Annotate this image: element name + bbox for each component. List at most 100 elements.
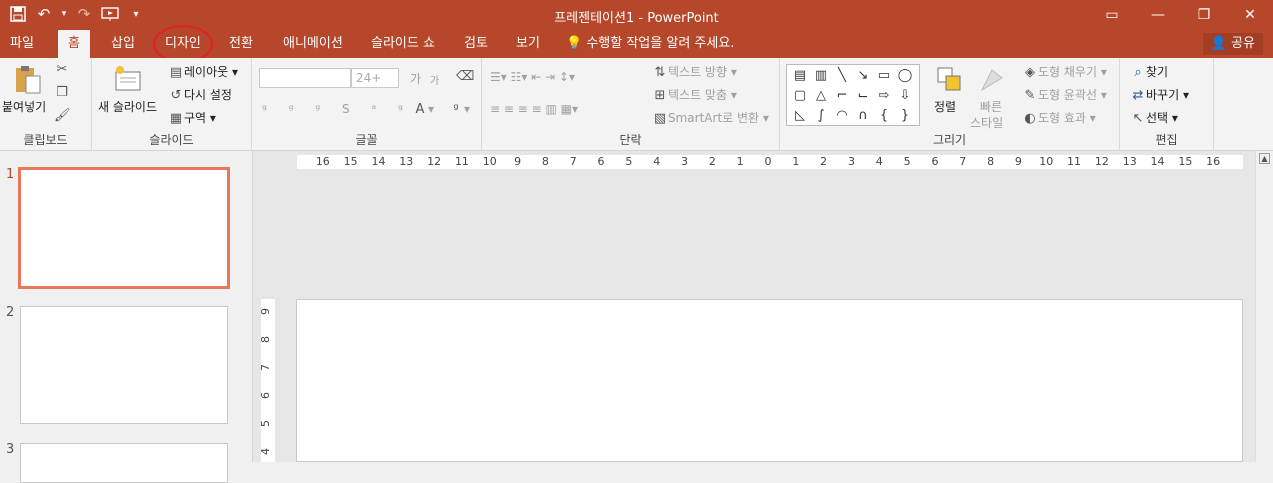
rectangle-icon[interactable]: ▭ <box>874 66 894 86</box>
copy-icon[interactable]: ❐ <box>54 85 70 100</box>
ruler-tick-label: 6 <box>261 392 272 399</box>
ruler-tick-label: 5 <box>903 155 911 168</box>
workspace: 1 2 3 16 15 14 13 12 11 10 9 8 7 6 5 4 3 2 1 0 1 2 3 4 5 6 7 8 9 1… <box>0 151 1273 483</box>
ruler-tick-label: 5 <box>625 155 633 168</box>
replace-label: 바꾸기 <box>1146 88 1180 102</box>
text-direction-label: 텍스트 방향 <box>668 65 728 79</box>
tab-file[interactable]: 파일 <box>0 30 44 58</box>
freeform-icon[interactable]: ◺ <box>790 106 810 126</box>
ruler-tick-label: 9 <box>514 155 522 168</box>
editing-group: ⌕ 찾기 ⇄ 바꾸기 ▾ ↖ 선택 ▾ 편집 <box>1120 58 1214 150</box>
align-text-button[interactable]: ⊞ 텍스트 맞춤 ▾ <box>652 86 737 103</box>
text-direction-button[interactable]: ⇅ 텍스트 방향 ▾ <box>652 63 737 80</box>
align-text-label: 텍스트 맞춤 <box>668 88 728 102</box>
reset-button[interactable]: ↺ 다시 설정 <box>168 86 232 103</box>
shrink-font-button[interactable]: 가 <box>430 72 439 87</box>
scribble-icon[interactable]: ∫ <box>811 106 831 126</box>
arrow-line-icon[interactable]: ↘ <box>853 66 873 86</box>
right-arrow-icon[interactable]: ⇨ <box>874 86 894 106</box>
elbow-connector-icon[interactable]: ⌐ <box>832 86 852 106</box>
clear-formatting-icon[interactable]: ⌫ <box>456 69 474 84</box>
font-color-icon[interactable]: A ▾ <box>412 102 434 117</box>
slide-canvas[interactable] <box>296 299 1243 462</box>
ruler-tick-label: 9 <box>261 308 272 315</box>
font-size-combo[interactable]: 24+ <box>351 68 399 88</box>
shape-effects-button[interactable]: ◐ 도형 효과 ▾ <box>1022 109 1096 126</box>
new-slide-icon[interactable] <box>112 64 144 96</box>
ruler-tick-label: 8 <box>987 155 995 168</box>
slide-thumbnail-3[interactable] <box>20 443 228 483</box>
ruler-tick-label: 7 <box>959 155 967 168</box>
slide-thumbnail-pane: 1 2 3 <box>0 151 253 483</box>
ruler-tick-label: 1 <box>736 155 744 168</box>
curve-icon[interactable]: ∩ <box>853 106 873 126</box>
format-painter-icon[interactable]: 🖌 <box>54 108 71 123</box>
ruler-tick-label: 9 <box>1014 155 1022 168</box>
tab-insert[interactable]: 삽입 <box>101 30 145 58</box>
quick-styles-label-1[interactable]: 빠른 <box>980 98 1002 115</box>
left-brace-icon[interactable]: { <box>874 106 894 126</box>
down-arrow-icon[interactable]: ⇩ <box>895 86 915 106</box>
tab-transitions[interactable]: 전환 <box>219 30 263 58</box>
horizontal-ruler: 16 15 14 13 12 11 10 9 8 7 6 5 4 3 2 1 0 1 2 3 4 5 6 7 8 9 10 11 12 1… <box>297 155 1243 169</box>
quick-styles-icon[interactable] <box>978 66 1006 97</box>
ruler-tick-label: 10 <box>482 155 497 168</box>
arrange-button[interactable]: 정렬 <box>934 98 956 115</box>
format-icons-row[interactable]: ᵍ ᵍ ᵍ S ᵃ ᵍ <box>262 102 412 116</box>
vertical-textbox-icon[interactable]: ▥ <box>811 66 831 86</box>
paragraph-group: ☰▾ ☷▾ ⇤ ⇥ ↕▾ ≡ ≡ ≡ ≡ ▥ ▦▾ ⇅ 텍스트 방향 ▾ ⊞ 텍스트… <box>482 58 780 150</box>
minimize-icon[interactable]: — <box>1135 0 1181 30</box>
paste-button[interactable]: 붙여넣기 <box>2 98 46 115</box>
vertical-scrollbar[interactable]: ▲ <box>1255 151 1273 462</box>
slide-thumbnail-2[interactable] <box>20 306 228 424</box>
tell-me-box[interactable]: 💡 수행할 작업을 알려 주세요. <box>566 30 734 58</box>
restore-icon[interactable]: ❐ <box>1181 0 1227 30</box>
tab-review[interactable]: 검토 <box>454 30 498 58</box>
lightbulb-icon: 💡 <box>566 36 583 51</box>
ruler-tick-label: 4 <box>653 155 661 168</box>
oval-icon[interactable]: ◯ <box>895 66 915 86</box>
section-label: 구역 <box>184 111 207 125</box>
arc-icon[interactable]: ◠ <box>832 106 852 126</box>
quick-styles-label-2[interactable]: 스타일 <box>970 114 1003 131</box>
font-name-combo[interactable] <box>259 68 351 88</box>
tab-animations[interactable]: 애니메이션 <box>273 30 353 58</box>
ruler-tick-label: 2 <box>708 155 716 168</box>
close-icon[interactable]: ✕ <box>1227 0 1273 30</box>
line-icon[interactable]: ╲ <box>832 66 852 86</box>
layout-button[interactable]: ▤ 레이아웃 ▾ <box>168 63 238 80</box>
tab-view[interactable]: 보기 <box>506 30 550 58</box>
new-slide-button[interactable]: 새 슬라이드 <box>98 98 157 115</box>
shape-fill-button[interactable]: ◈ 도형 채우기 ▾ <box>1022 63 1107 80</box>
arrange-icon[interactable] <box>936 66 962 95</box>
highlight-icon[interactable]: ᵍ ▾ <box>448 102 470 117</box>
paste-icon[interactable] <box>12 64 44 96</box>
shape-outline-button[interactable]: ✎ 도형 윤곽선 ▾ <box>1022 86 1107 103</box>
elbow-arrow-icon[interactable]: ⌙ <box>853 86 873 106</box>
person-icon: 👤 <box>1210 36 1227 51</box>
cut-icon[interactable]: ✂ <box>54 62 70 77</box>
ribbon-display-options-icon[interactable]: ▭ <box>1089 0 1135 30</box>
bullets-icon[interactable]: ☰▾ ☷▾ ⇤ ⇥ ↕▾ <box>490 70 575 84</box>
tab-home[interactable]: 홈 <box>58 30 90 58</box>
select-label: 선택 <box>1146 111 1169 125</box>
shape-effects-label: 도형 효과 <box>1038 111 1086 125</box>
textbox-icon[interactable]: ▤ <box>790 66 810 86</box>
shapes-gallery[interactable]: ▤ ▥ ╲ ↘ ▭ ◯ ▢ △ ⌐ ⌙ ⇨ ⇩ ◺ ∫ ◠ ∩{} <box>786 64 920 126</box>
select-button[interactable]: ↖ 선택 ▾ <box>1130 109 1178 126</box>
tab-slideshow[interactable]: 슬라이드 쇼 <box>361 30 445 58</box>
scroll-up-icon[interactable]: ▲ <box>1259 153 1270 164</box>
find-button[interactable]: ⌕ 찾기 <box>1130 63 1168 80</box>
slide-thumbnail-1[interactable] <box>18 167 230 289</box>
share-button[interactable]: 👤 공유 <box>1202 33 1263 55</box>
replace-button[interactable]: ⇄ 바꾸기 ▾ <box>1130 86 1189 103</box>
ruler-tick-label: 11 <box>1067 155 1082 168</box>
rounded-rectangle-icon[interactable]: ▢ <box>790 86 810 106</box>
triangle-icon[interactable]: △ <box>811 86 831 106</box>
grow-font-button[interactable]: 가 <box>410 70 421 87</box>
section-button[interactable]: ▦ 구역 ▾ <box>168 109 216 126</box>
right-brace-icon[interactable]: } <box>895 106 915 126</box>
smartart-button[interactable]: ▧ SmartArt로 변환 ▾ <box>652 109 769 126</box>
thumbnail-number: 1 <box>6 167 15 182</box>
align-icons[interactable]: ≡ ≡ ≡ ≡ ▥ ▦▾ <box>490 102 578 116</box>
